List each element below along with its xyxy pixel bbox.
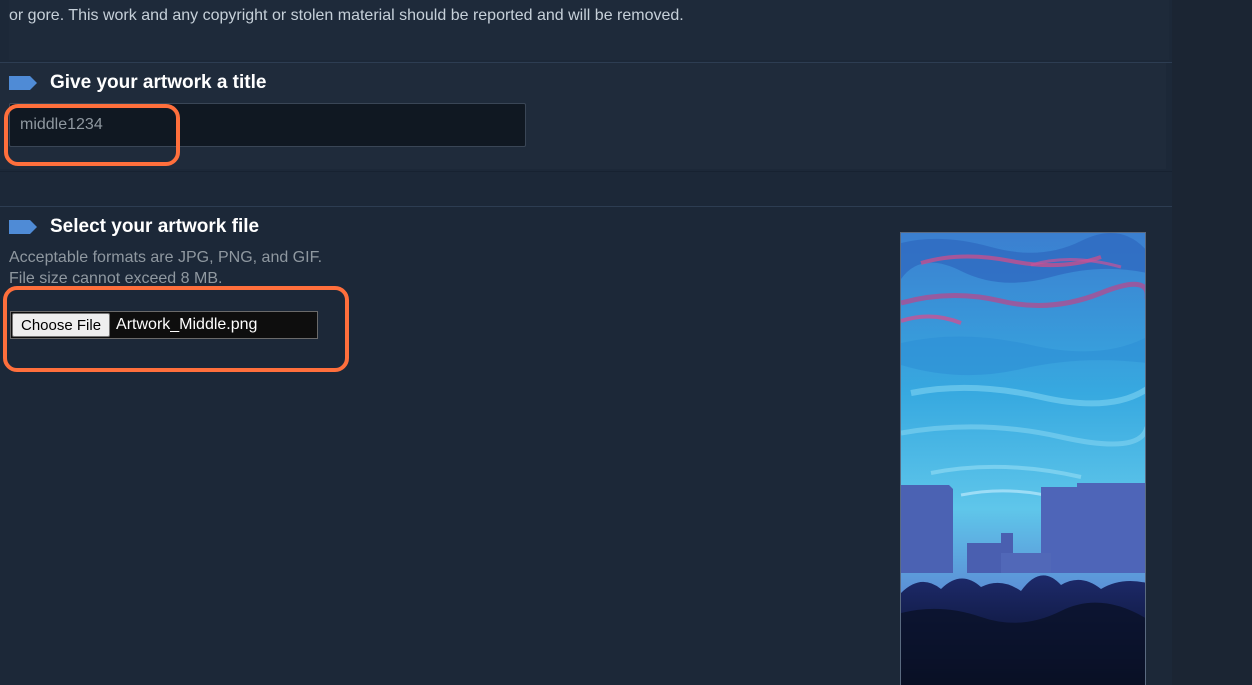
page: . or gore. This work and any copyright o… bbox=[0, 0, 1252, 685]
artwork-preview bbox=[900, 232, 1146, 685]
choose-file-button[interactable]: Choose File bbox=[12, 313, 111, 337]
file-section-header: Select your artwork file bbox=[9, 215, 259, 239]
tag-icon bbox=[9, 220, 37, 234]
format-hint: Acceptable formats are JPG, PNG, and GIF… bbox=[9, 249, 323, 266]
title-section-header: Give your artwork a title bbox=[9, 71, 266, 95]
notice-text: . or gore. This work and any copyright o… bbox=[9, 0, 1169, 26]
tag-icon bbox=[9, 76, 37, 90]
title-input[interactable] bbox=[9, 103, 526, 147]
divider bbox=[0, 171, 1172, 172]
size-hint: File size cannot exceed 8 MB. bbox=[9, 270, 223, 287]
divider bbox=[0, 206, 1172, 207]
right-gutter bbox=[1172, 0, 1252, 685]
notice-line: or gore. This work and any copyright or … bbox=[9, 7, 684, 24]
section-title: Select your artwork file bbox=[50, 216, 260, 237]
selected-file-name: Artwork_Middle.png bbox=[116, 316, 258, 333]
file-input[interactable]: Choose File Artwork_Middle.png bbox=[10, 311, 318, 339]
section-title: Give your artwork a title bbox=[50, 72, 267, 93]
artwork-image bbox=[901, 233, 1145, 685]
